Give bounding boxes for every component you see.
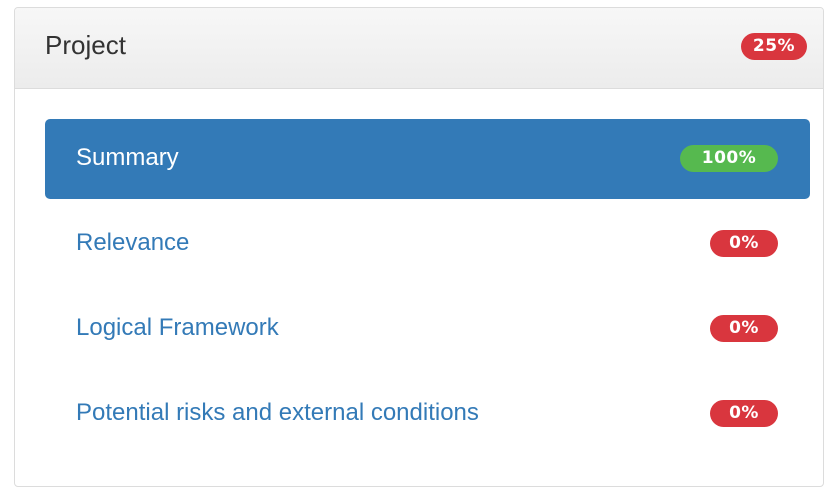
progress-badge: 0% xyxy=(710,230,778,257)
project-progress-badge: 25% xyxy=(741,33,807,60)
progress-badge: 0% xyxy=(710,315,778,342)
nav-item-potential-risks[interactable]: Potential risks and external conditions … xyxy=(45,374,810,454)
nav-item-label: Potential risks and external conditions xyxy=(76,399,479,426)
nav-item-label: Summary xyxy=(76,144,179,171)
nav-item-relevance[interactable]: Relevance 0% xyxy=(45,204,810,284)
progress-badge: 0% xyxy=(710,400,778,427)
panel-header: Project 25% xyxy=(15,8,823,89)
project-panel: Project 25% Summary 100% Relevance 0% Lo… xyxy=(14,7,824,487)
nav-item-summary[interactable]: Summary 100% xyxy=(45,119,810,199)
nav-item-label: Logical Framework xyxy=(76,314,279,341)
progress-badge: 100% xyxy=(680,145,778,172)
nav-item-logical-framework[interactable]: Logical Framework 0% xyxy=(45,289,810,369)
section-nav-list: Summary 100% Relevance 0% Logical Framew… xyxy=(45,119,810,459)
nav-item-label: Relevance xyxy=(76,229,190,256)
panel-title: Project xyxy=(45,30,126,60)
